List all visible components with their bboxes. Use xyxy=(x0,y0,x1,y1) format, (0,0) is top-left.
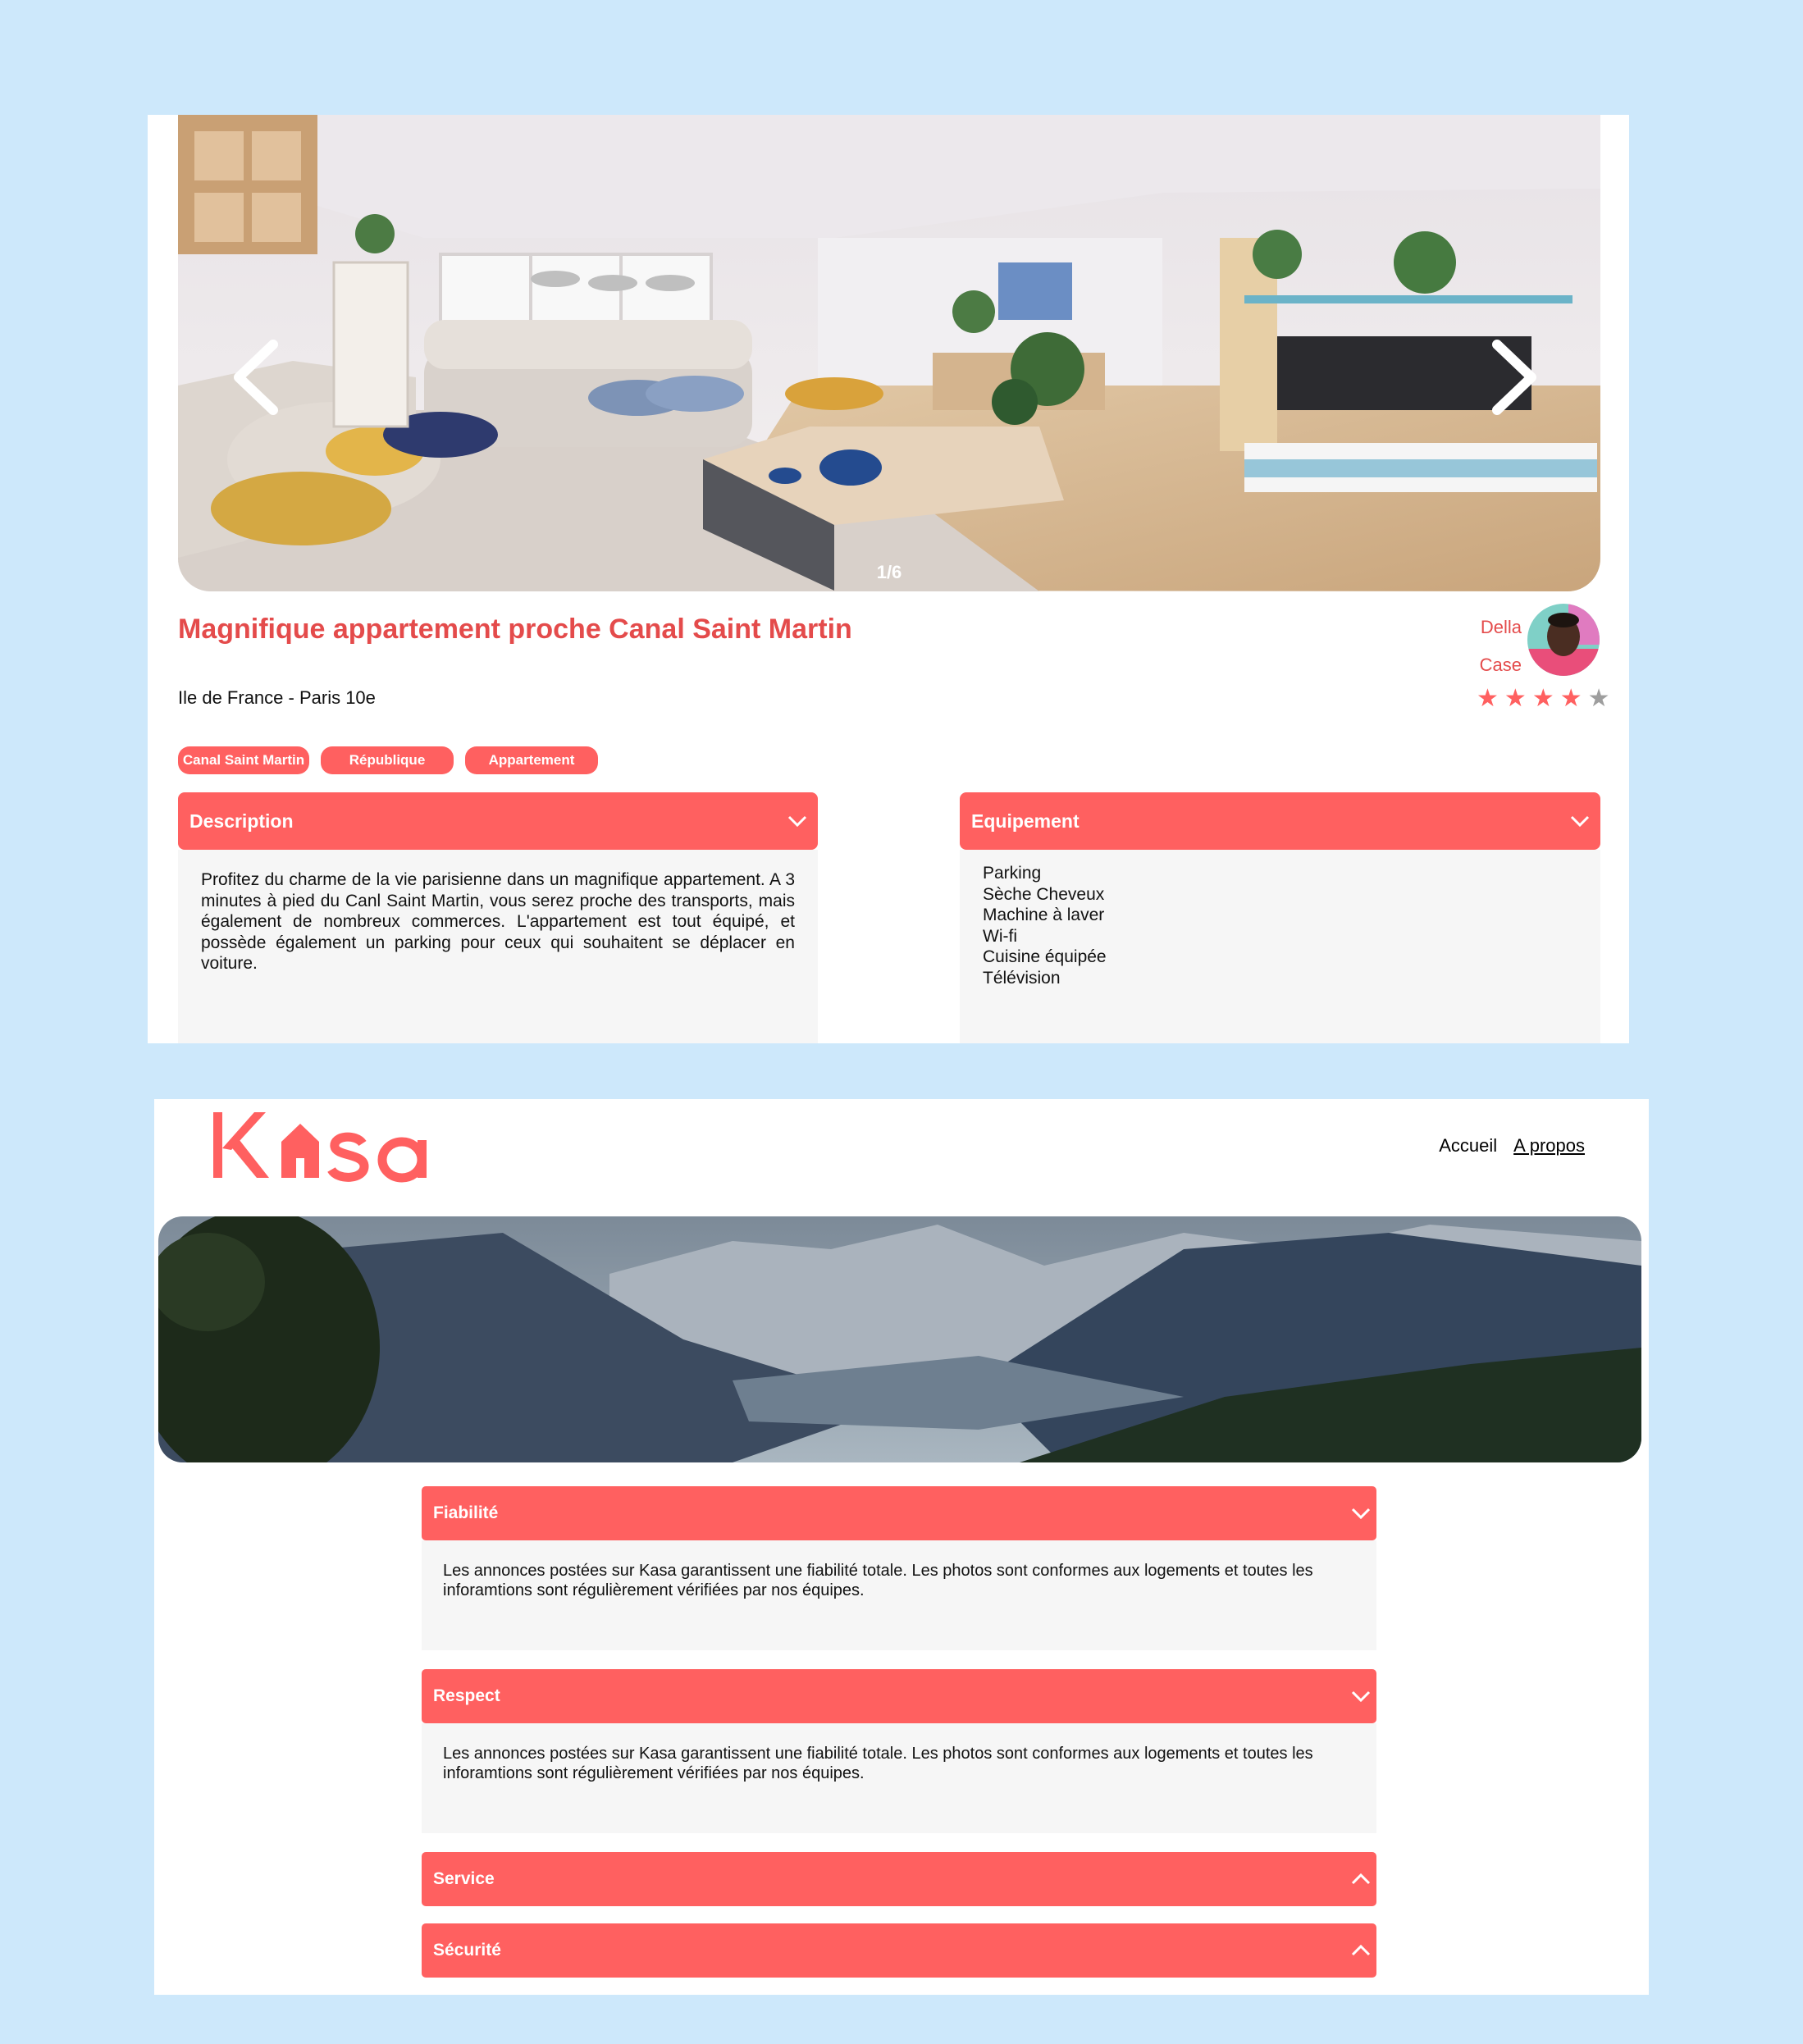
listing-location: Ile de France - Paris 10e xyxy=(178,687,376,708)
host-avatar xyxy=(1527,604,1600,676)
host-first-name: Della xyxy=(1480,617,1522,637)
accordion-header[interactable]: Fiabilité xyxy=(422,1486,1376,1540)
accordion-title: Respect xyxy=(433,1686,500,1705)
listing-page-screenshot: 1/6 Magnifique appartement proche Canal … xyxy=(148,115,1629,1043)
kasa-logo[interactable] xyxy=(212,1101,458,1191)
equipment-item: Wi-fi xyxy=(983,926,1017,946)
accordion-title: Fiabilité xyxy=(433,1503,499,1522)
equipment-item: Sèche Cheveux xyxy=(983,884,1105,904)
nav-link-about[interactable]: A propos xyxy=(1513,1135,1585,1157)
carousel-counter: 1/6 xyxy=(876,562,902,582)
description-content: Profitez du charme de la vie parisienne … xyxy=(178,850,818,1043)
image-carousel: 1/6 xyxy=(178,115,1600,591)
mountain-landscape-image xyxy=(158,1216,1641,1462)
mountain-banner xyxy=(158,1216,1641,1462)
chevron-right-icon xyxy=(1492,340,1536,415)
accordion-content: Les annonces postées sur Kasa garantisse… xyxy=(422,1540,1376,1650)
star-icon: ★ xyxy=(1559,685,1582,712)
chevron-down-icon xyxy=(1570,815,1590,828)
tag: Canal Saint Martin xyxy=(178,746,309,774)
equipment-list: Parking Sèche Cheveux Machine à laver Wi-fi… xyxy=(983,863,1577,988)
rating-stars: ★ ★ ★ ★ ★ xyxy=(1477,687,1610,711)
star-icon: ★ xyxy=(1477,685,1499,712)
about-page-screenshot: Accueil A propos Fiabilité Les annonces p… xyxy=(154,1099,1649,1995)
description-text: Profitez du charme de la vie parisienne … xyxy=(201,870,795,973)
chevron-down-icon xyxy=(1351,1690,1371,1703)
tag: République xyxy=(321,746,454,774)
nav-link-home[interactable]: Accueil xyxy=(1439,1135,1497,1157)
apartment-photo xyxy=(178,115,1600,591)
listing-title: Magnifique appartement proche Canal Sain… xyxy=(178,614,852,645)
star-icon: ★ xyxy=(1504,685,1527,712)
chevron-up-icon xyxy=(1351,1944,1371,1956)
accordion-header[interactable]: Sécurité xyxy=(422,1923,1376,1978)
main-nav: Accueil A propos xyxy=(1439,1135,1585,1157)
accordion-title: Service xyxy=(433,1869,495,1888)
chevron-down-icon xyxy=(1351,1508,1371,1520)
star-icon: ★ xyxy=(1587,685,1610,712)
carousel-next-button[interactable] xyxy=(1486,328,1543,427)
description-collapse-header[interactable]: Description xyxy=(178,792,818,850)
carousel-prev-button[interactable] xyxy=(227,328,285,427)
equipment-collapse-header[interactable]: Equipement xyxy=(960,792,1600,850)
star-icon: ★ xyxy=(1531,685,1554,712)
accordion-content: Les annonces postées sur Kasa garantisse… xyxy=(422,1723,1376,1833)
equipment-item: Parking xyxy=(983,864,1042,883)
equipment-title: Equipement xyxy=(971,810,1080,832)
host-last-name: Case xyxy=(1479,655,1522,675)
chevron-up-icon xyxy=(1351,1873,1371,1885)
kasa-logo-mark xyxy=(213,1112,427,1183)
chevron-down-icon xyxy=(787,815,807,828)
equipment-item: Cuisine équipée xyxy=(983,947,1107,966)
tag-list: Canal Saint Martin République Appartement xyxy=(178,746,598,774)
equipment-item: Télévision xyxy=(983,968,1061,988)
accordion-title: Sécurité xyxy=(433,1941,501,1960)
equipment-content: Parking Sèche Cheveux Machine à laver Wi-fi… xyxy=(960,850,1600,1043)
equipment-item: Machine à laver xyxy=(983,906,1105,924)
description-title: Description xyxy=(189,810,294,832)
accordion-header[interactable]: Service xyxy=(422,1852,1376,1906)
tag: Appartement xyxy=(465,746,598,774)
accordion-header[interactable]: Respect xyxy=(422,1669,1376,1723)
host-name: Della Case xyxy=(1423,609,1522,684)
chevron-left-icon xyxy=(234,340,278,415)
